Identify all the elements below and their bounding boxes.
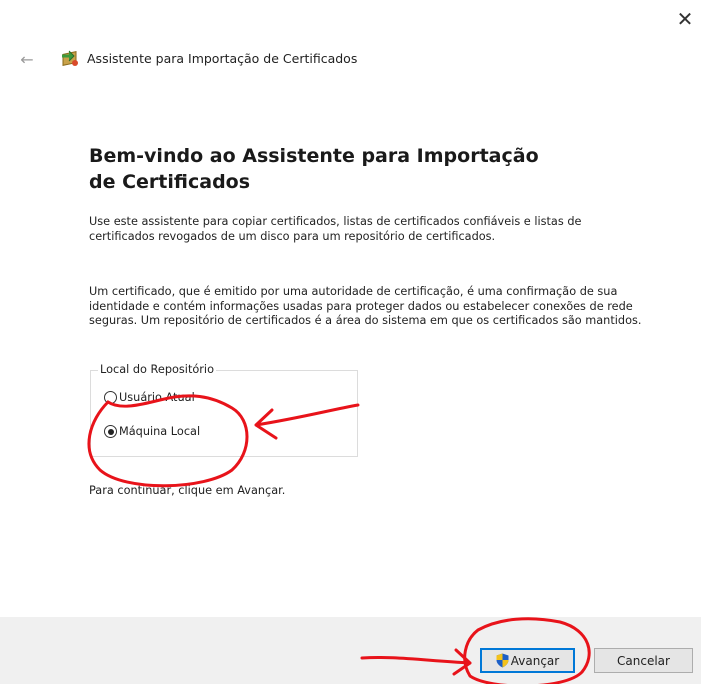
uac-shield-icon bbox=[496, 653, 509, 668]
cancel-button[interactable]: Cancelar bbox=[594, 648, 693, 673]
store-location-group bbox=[90, 370, 358, 457]
radio-selected-dot bbox=[107, 428, 114, 435]
continue-instruction: Para continuar, clique em Avançar. bbox=[89, 484, 286, 497]
radio-label: Máquina Local bbox=[119, 425, 201, 438]
radio-button[interactable] bbox=[104, 425, 117, 438]
radio-local-machine[interactable]: Máquina Local bbox=[104, 425, 200, 438]
intro-paragraph: Use este assistente para copiar certific… bbox=[89, 215, 582, 243]
cancel-button-label: Cancelar bbox=[617, 653, 670, 668]
next-button[interactable]: Avançar bbox=[480, 648, 575, 673]
certificate-icon bbox=[62, 50, 78, 66]
certificate-description: Um certificado, que é emitido por uma au… bbox=[89, 285, 642, 327]
red-annotation-overlay bbox=[87, 394, 591, 684]
radio-button[interactable] bbox=[104, 391, 117, 404]
close-button[interactable]: ✕ bbox=[672, 6, 698, 32]
wizard-title: Assistente para Importação de Certificad… bbox=[87, 51, 358, 66]
radio-label: Usuário Atual bbox=[119, 391, 195, 404]
radio-current-user[interactable]: Usuário Atual bbox=[104, 391, 195, 404]
welcome-heading: Bem-vindo ao Assistente para Importação … bbox=[89, 145, 539, 193]
close-icon: ✕ bbox=[676, 7, 694, 31]
store-location-label: Local do Repositório bbox=[98, 363, 216, 376]
back-arrow-icon: ← bbox=[20, 49, 34, 69]
next-button-label: Avançar bbox=[510, 653, 560, 668]
back-button[interactable]: ← bbox=[14, 48, 40, 70]
